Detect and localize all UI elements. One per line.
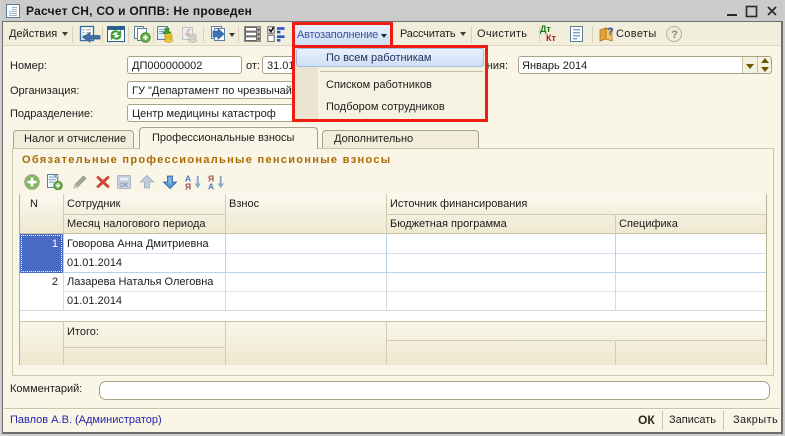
svg-text:?: ? <box>607 26 614 38</box>
svg-text:ОК: ОК <box>119 182 128 189</box>
svg-text:А: А <box>208 182 214 191</box>
svg-text:Я: Я <box>185 182 191 191</box>
svg-text:?: ? <box>671 29 678 41</box>
